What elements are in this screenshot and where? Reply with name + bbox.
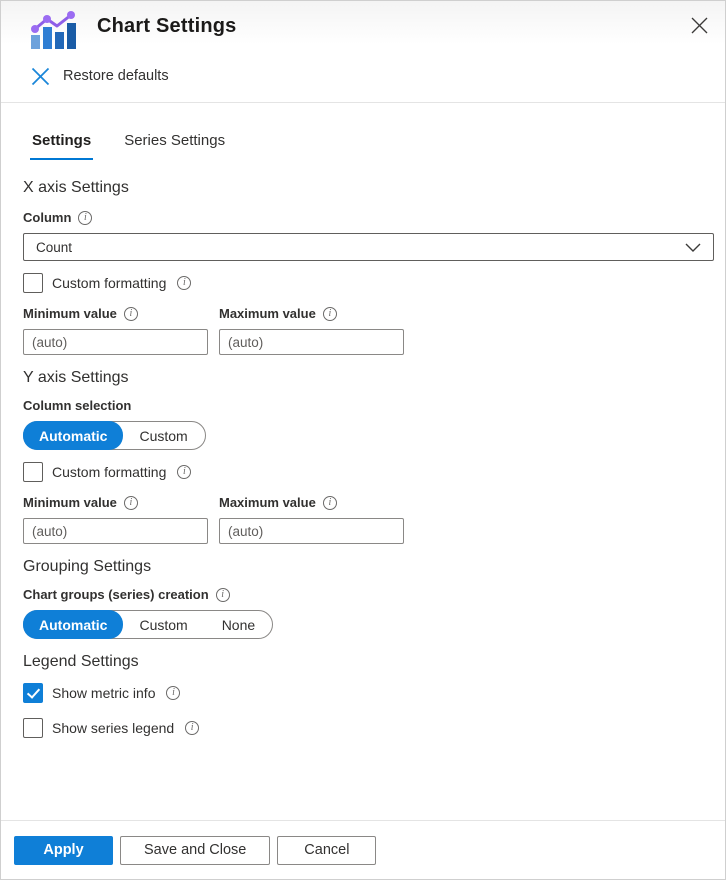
- column-selection-toggle: Automatic Custom: [23, 421, 206, 450]
- dismiss-x-icon: [31, 67, 50, 86]
- x-min-field: Minimum value: [23, 306, 208, 355]
- info-icon[interactable]: [216, 588, 230, 602]
- y-custom-formatting-row: Custom formatting: [23, 459, 712, 485]
- chart-groups-none[interactable]: None: [205, 611, 272, 638]
- column-label: Column: [23, 210, 71, 225]
- y-min-label: Minimum value: [23, 495, 117, 510]
- x-custom-formatting-label: Custom formatting: [52, 275, 166, 291]
- tab-bar: Settings Series Settings: [1, 132, 725, 160]
- x-axis-min-max: Minimum value Maximum value: [23, 306, 712, 355]
- y-max-input[interactable]: [219, 518, 404, 544]
- x-max-label: Maximum value: [219, 306, 316, 321]
- info-icon[interactable]: [124, 307, 138, 321]
- show-series-legend-checkbox[interactable]: [23, 718, 43, 738]
- save-and-close-button[interactable]: Save and Close: [120, 836, 270, 865]
- tab-settings[interactable]: Settings: [30, 132, 93, 160]
- header-divider: [1, 102, 725, 103]
- chart-groups-label-row: Chart groups (series) creation: [23, 587, 712, 602]
- column-selection-automatic[interactable]: Automatic: [23, 421, 123, 450]
- x-axis-column-value: Count: [36, 240, 72, 255]
- grouping-section-heading: Grouping Settings: [23, 558, 712, 576]
- show-series-legend-row: Show series legend: [23, 715, 712, 741]
- show-metric-info-row: Show metric info: [23, 680, 712, 706]
- info-icon[interactable]: [185, 721, 199, 735]
- bar-line-chart-icon: [29, 11, 77, 51]
- tab-series-settings[interactable]: Series Settings: [122, 132, 227, 160]
- chart-groups-toggle: Automatic Custom None: [23, 610, 273, 639]
- info-icon[interactable]: [177, 276, 191, 290]
- y-axis-min-max: Minimum value Maximum value: [23, 495, 712, 544]
- y-max-label: Maximum value: [219, 495, 316, 510]
- info-icon[interactable]: [177, 465, 191, 479]
- chart-settings-panel: Chart Settings Restore defaults Settings…: [0, 0, 726, 880]
- show-metric-info-label: Show metric info: [52, 685, 155, 701]
- info-icon[interactable]: [78, 211, 92, 225]
- x-min-input[interactable]: [23, 329, 208, 355]
- x-axis-section-heading: X axis Settings: [23, 179, 712, 197]
- y-max-field: Maximum value: [219, 495, 404, 544]
- x-max-field: Maximum value: [219, 306, 404, 355]
- column-selection-label-row: Column selection: [23, 398, 712, 413]
- apply-button[interactable]: Apply: [14, 836, 113, 865]
- chevron-down-icon: [685, 243, 701, 252]
- chart-groups-label: Chart groups (series) creation: [23, 587, 209, 602]
- close-icon[interactable]: [683, 9, 715, 41]
- y-min-field: Minimum value: [23, 495, 208, 544]
- panel-header: Chart Settings: [1, 1, 725, 55]
- show-series-legend-label: Show series legend: [52, 720, 174, 736]
- x-custom-formatting-row: Custom formatting: [23, 270, 712, 296]
- chart-groups-custom[interactable]: Custom: [122, 611, 204, 638]
- y-min-input[interactable]: [23, 518, 208, 544]
- x-custom-formatting-checkbox[interactable]: [23, 273, 43, 293]
- column-selection-custom[interactable]: Custom: [122, 422, 204, 449]
- cancel-button[interactable]: Cancel: [277, 836, 376, 865]
- y-custom-formatting-checkbox[interactable]: [23, 462, 43, 482]
- restore-defaults-label: Restore defaults: [63, 68, 169, 84]
- chart-groups-automatic[interactable]: Automatic: [23, 610, 123, 639]
- x-max-input[interactable]: [219, 329, 404, 355]
- restore-defaults-button[interactable]: Restore defaults: [31, 63, 169, 89]
- page-title: Chart Settings: [97, 9, 236, 43]
- info-icon[interactable]: [124, 496, 138, 510]
- column-selection-label: Column selection: [23, 398, 131, 413]
- column-label-row: Column: [23, 210, 712, 225]
- legend-section-heading: Legend Settings: [23, 653, 712, 671]
- x-axis-column-dropdown[interactable]: Count: [23, 233, 714, 261]
- y-custom-formatting-label: Custom formatting: [52, 464, 166, 480]
- y-axis-section-heading: Y axis Settings: [23, 369, 712, 387]
- settings-content: X axis Settings Column Count Custom form…: [1, 160, 725, 741]
- footer-bar: Apply Save and Close Cancel: [1, 820, 725, 879]
- show-metric-info-checkbox[interactable]: [23, 683, 43, 703]
- info-icon[interactable]: [323, 307, 337, 321]
- info-icon[interactable]: [323, 496, 337, 510]
- x-min-label: Minimum value: [23, 306, 117, 321]
- info-icon[interactable]: [166, 686, 180, 700]
